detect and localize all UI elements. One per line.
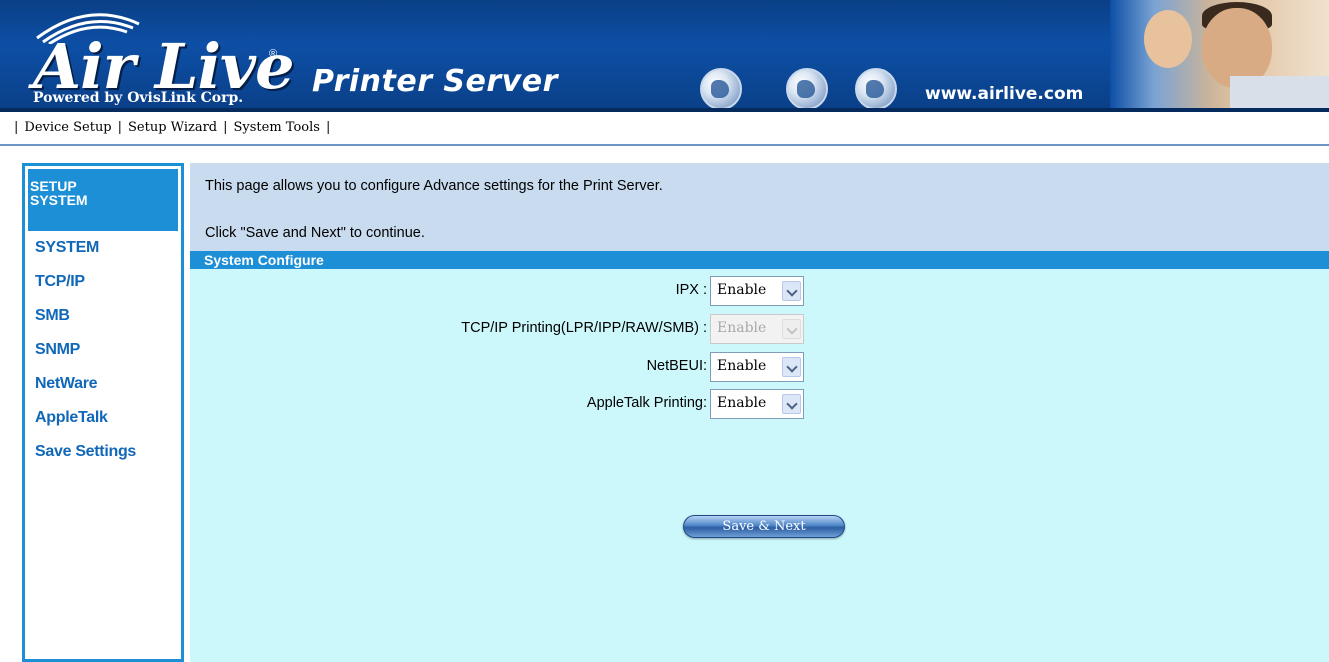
sidebar: SETUP SYSTEM SYSTEM TCP/IP SMB SNMP NetW… <box>22 163 184 662</box>
top-nav-items: | Device Setup | Setup Wizard | System T… <box>8 120 336 135</box>
logo-text: Air Live <box>33 30 295 103</box>
airlive-logo: Air Live ® Powered by OvisLink Corp. <box>25 4 295 108</box>
nav-device-setup[interactable]: Device Setup <box>24 120 111 135</box>
nav-separator: | <box>325 120 331 135</box>
globe-icon <box>700 68 742 110</box>
sidebar-item-appletalk[interactable]: AppleTalk <box>35 408 136 442</box>
photo-face-child <box>1144 10 1192 68</box>
netbeui-label: NetBEUI: <box>646 358 707 374</box>
nav-setup-wizard[interactable]: Setup Wizard <box>128 120 217 135</box>
section-title: System Configure <box>190 251 1329 269</box>
save-next-button[interactable]: Save & Next <box>683 515 845 538</box>
intro-panel: This page allows you to configure Advanc… <box>190 163 1329 251</box>
sidebar-item-smb[interactable]: SMB <box>35 306 136 340</box>
form-row-ipx: IPX : Enable <box>190 276 1329 306</box>
main-content: This page allows you to configure Advanc… <box>190 163 1329 662</box>
photo-shirt <box>1230 76 1329 112</box>
nav-system-tools[interactable]: System Tools <box>234 120 320 135</box>
sidebar-header-line1: SETUP <box>30 178 77 194</box>
ipx-select[interactable]: Enable <box>710 276 804 306</box>
netbeui-value: Enable <box>717 358 767 374</box>
chevron-down-icon[interactable] <box>782 281 801 301</box>
form-row-appletalk-printing: AppleTalk Printing: Enable <box>190 389 1329 419</box>
chevron-down-icon[interactable] <box>782 394 801 414</box>
registered-mark: ® <box>269 48 278 60</box>
appletalk-printing-select[interactable]: Enable <box>710 389 804 419</box>
header-banner: Air Live ® Powered by OvisLink Corp. Pri… <box>0 0 1329 112</box>
sidebar-header-line2: SYSTEM <box>30 192 88 208</box>
header-photo <box>1110 0 1329 112</box>
tcpip-printing-label: TCP/IP Printing(LPR/IPP/RAW/SMB) : <box>461 320 707 336</box>
globe-icon <box>786 68 828 110</box>
appletalk-printing-value: Enable <box>717 395 767 411</box>
ipx-value: Enable <box>717 282 767 298</box>
tcpip-printing-value: Enable <box>717 320 767 336</box>
sidebar-item-netware[interactable]: NetWare <box>35 374 136 408</box>
nav-separator: | <box>223 120 228 135</box>
appletalk-printing-label: AppleTalk Printing: <box>586 395 707 411</box>
sidebar-item-system[interactable]: SYSTEM <box>35 238 136 272</box>
sidebar-header: SETUP SYSTEM <box>28 169 178 231</box>
form-row-netbeui: NetBEUI: Enable <box>190 352 1329 382</box>
sidebar-item-save-settings[interactable]: Save Settings <box>35 442 136 476</box>
sidebar-item-tcpip[interactable]: TCP/IP <box>35 272 136 306</box>
top-nav: | Device Setup | Setup Wizard | System T… <box>0 112 1329 146</box>
intro-description: This page allows you to configure Advanc… <box>205 178 663 194</box>
sidebar-menu: SYSTEM TCP/IP SMB SNMP NetWare AppleTalk… <box>35 238 136 476</box>
site-url: www.airlive.com <box>925 84 1084 104</box>
chevron-down-icon[interactable] <box>782 357 801 377</box>
chevron-down-icon <box>782 319 801 339</box>
nav-separator: | <box>14 120 19 135</box>
tcpip-printing-select: Enable <box>710 314 804 344</box>
product-title: Printer Server <box>312 64 558 99</box>
nav-separator: | <box>117 120 123 135</box>
logo-subtitle: Powered by OvisLink Corp. <box>33 90 244 106</box>
ipx-label: IPX : <box>675 282 707 298</box>
intro-instruction: Click "Save and Next" to continue. <box>205 225 425 241</box>
netbeui-select[interactable]: Enable <box>710 352 804 382</box>
form-row-tcpip-printing: TCP/IP Printing(LPR/IPP/RAW/SMB) : Enabl… <box>190 314 1329 344</box>
globe-icon <box>855 68 897 110</box>
sidebar-item-snmp[interactable]: SNMP <box>35 340 136 374</box>
